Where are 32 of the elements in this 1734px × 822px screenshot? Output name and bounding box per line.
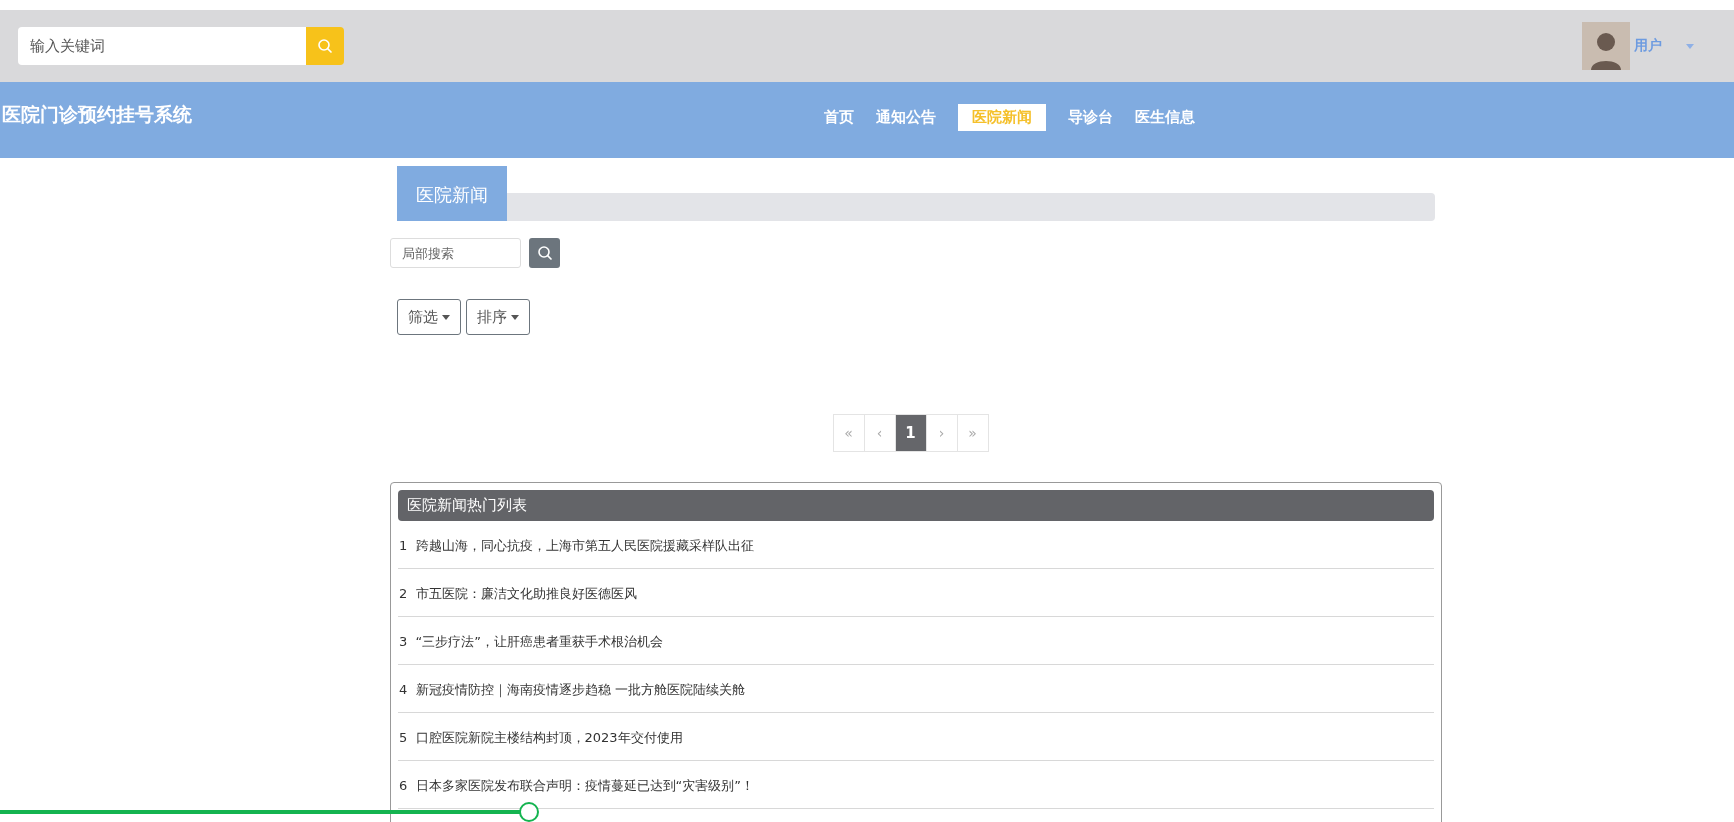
page-link[interactable]: ‹ (863, 414, 896, 452)
caret-icon (442, 314, 450, 320)
page-link[interactable]: » (956, 414, 989, 452)
dropdown-button[interactable]: 排序 (466, 299, 530, 335)
hot-list-title: 医院新闻热门列表 (398, 490, 1434, 521)
dropdown-button[interactable]: 筛选 (397, 299, 461, 335)
local-search-button[interactable] (529, 238, 560, 268)
caret-icon (511, 314, 519, 320)
local-search-field[interactable]: 局部搜索 (390, 238, 521, 268)
news-link[interactable]: 1 跨越山海，同心抗疫，上海市第五人民医院援藏采样队出征 (398, 521, 1434, 569)
nav-link[interactable]: 医院新闻 (958, 104, 1046, 131)
section-title: 医院新闻 (397, 166, 507, 221)
page-link[interactable]: « (832, 414, 865, 452)
nav-link[interactable]: 医生信息 (1135, 104, 1195, 131)
avatar-placeholder[interactable] (1582, 22, 1630, 70)
caret-icon (1686, 43, 1694, 49)
nav-link[interactable]: 导诊台 (1068, 104, 1113, 131)
progress-handle[interactable] (518, 802, 539, 822)
news-link[interactable]: 4 新冠疫情防控｜海南疫情逐步趋稳 一批方舱医院陆续关舱 (398, 665, 1434, 713)
site-title: 医院门诊预约挂号系统 (2, 102, 193, 127)
search-field[interactable]: 输入关键词 (18, 27, 306, 65)
page-link[interactable]: › (925, 414, 958, 452)
search-icon (317, 38, 333, 54)
user-menu-label[interactable]: 用户 (1634, 37, 1662, 55)
search-icon (536, 245, 553, 261)
nav-link[interactable]: 首页 (824, 104, 854, 131)
nav-link[interactable]: 通知公告 (876, 104, 936, 131)
news-link[interactable]: 5 口腔医院新院主楼结构封顶，2023年交付使用 (398, 713, 1434, 761)
news-link[interactable]: 3 “三步疗法”，让肝癌患者重获手术根治机会 (398, 617, 1434, 665)
news-link[interactable]: 6 日本多家医院发布联合声明：疫情蔓延已达到“灾害级别”！ (398, 761, 1434, 809)
page-link[interactable]: 1 (894, 414, 927, 452)
news-link[interactable]: 2 市五医院：廉洁文化助推良好医德医风 (398, 569, 1434, 617)
